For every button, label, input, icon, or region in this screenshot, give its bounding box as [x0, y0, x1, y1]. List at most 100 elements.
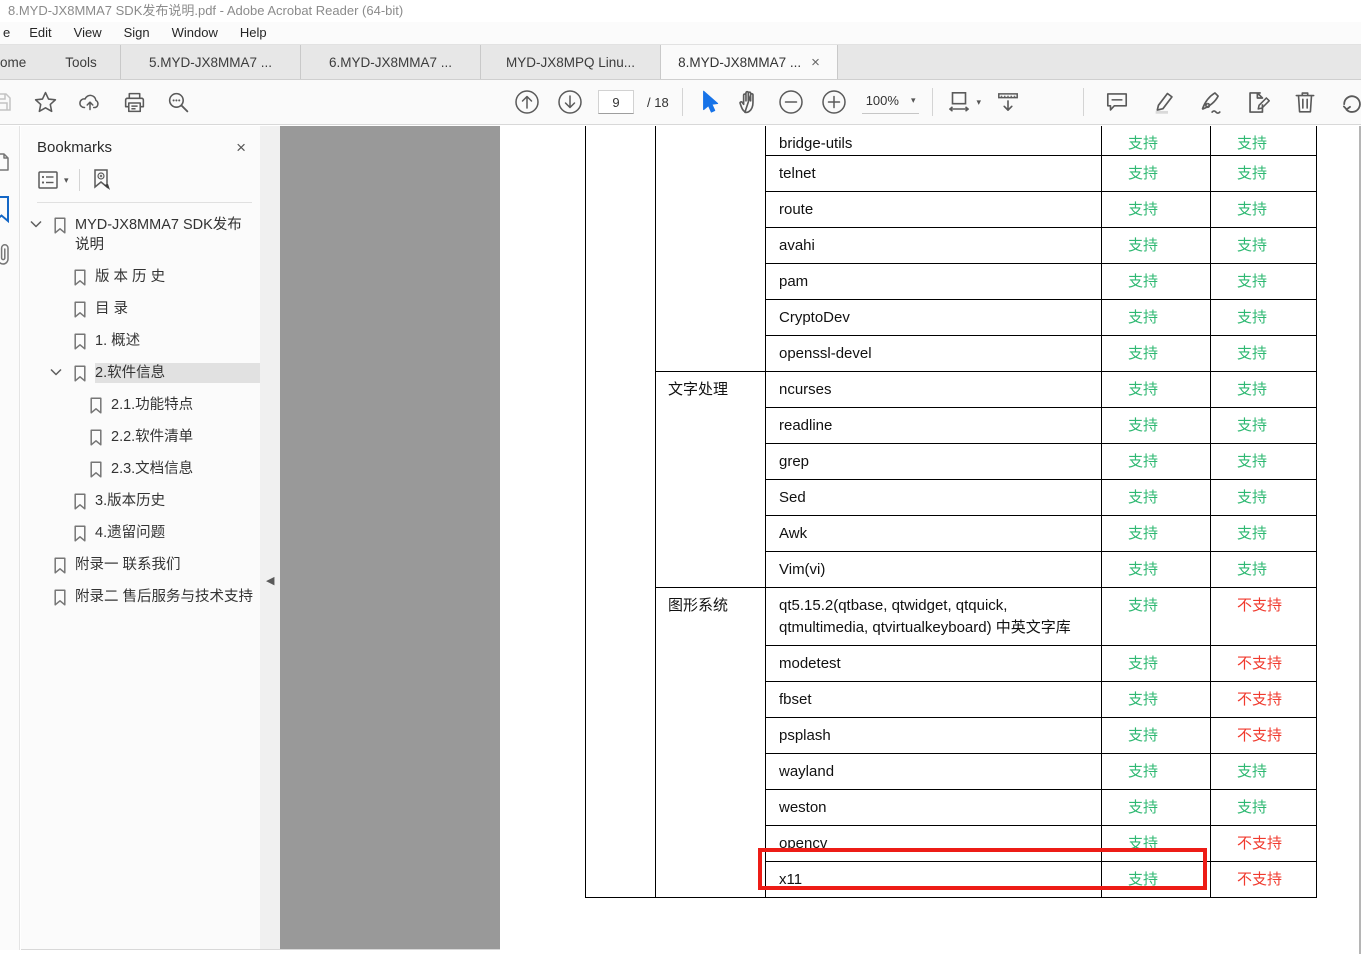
bookmarks-panel-icon[interactable]	[0, 195, 13, 223]
support-cell: 支持	[1101, 645, 1211, 682]
menu-view[interactable]: View	[63, 22, 113, 44]
bookmark-item[interactable]: 版 本 历 史	[21, 267, 260, 287]
package-cell: qt5.15.2(qtbase, qtwidget, qtquick, qtmu…	[765, 587, 1102, 646]
chevron-down-icon: ▾	[910, 95, 916, 105]
support-cell: 支持	[1101, 443, 1211, 480]
spanning-left-cell	[585, 126, 656, 898]
bookmark-label: 附录二 售后服务与技术支持	[75, 589, 254, 605]
support-cell: 不支持	[1210, 717, 1317, 754]
support-cell: 支持	[1101, 335, 1211, 372]
page-display-icon[interactable]: ▾	[946, 89, 981, 115]
package-cell: weston	[765, 789, 1102, 826]
bookmark-icon	[73, 493, 87, 510]
bookmark-item[interactable]: 1. 概述	[21, 331, 260, 351]
category-cell	[655, 126, 766, 372]
toolbar-left-group	[0, 80, 191, 124]
chevron-down-icon: ▾	[976, 96, 981, 107]
bookmark-icon	[89, 429, 103, 446]
support-cell: 支持	[1101, 479, 1211, 516]
bookmark-item[interactable]: 2.1.功能特点	[21, 395, 260, 415]
tab-document-5[interactable]: 5.MYD-JX8MMA7 ...	[120, 45, 300, 79]
bookmark-item[interactable]: 2.3.文档信息	[21, 459, 260, 479]
highlight-icon[interactable]	[1150, 89, 1177, 116]
support-cell: 支持	[1210, 515, 1317, 552]
package-cell: fbset	[765, 681, 1102, 718]
page-total-label: / 18	[647, 94, 669, 110]
package-cell: readline	[765, 407, 1102, 444]
tab-tools[interactable]: Tools	[42, 45, 120, 79]
bookmark-label: 附录一 联系我们	[75, 557, 181, 573]
print-icon[interactable]	[122, 90, 147, 115]
page-number-input[interactable]	[598, 90, 634, 114]
menu-file-clipped[interactable]: e	[0, 22, 18, 44]
bookmark-item[interactable]: 附录一 联系我们	[21, 555, 260, 575]
bookmark-options-icon[interactable]: ▾	[37, 170, 69, 190]
support-cell: 支持	[1101, 155, 1211, 192]
zoom-level-dropdown[interactable]: 100% ▾	[861, 90, 920, 114]
close-icon[interactable]: ×	[236, 139, 246, 156]
chevron-down-icon[interactable]	[49, 368, 65, 377]
bookmark-label: MYD-JX8MMA7 SDK发布说明	[75, 217, 242, 253]
support-cell: 不支持	[1210, 861, 1317, 898]
bookmark-item[interactable]: MYD-JX8MMA7 SDK发布说明	[21, 215, 260, 255]
document-background	[280, 126, 500, 950]
edit-pdf-icon[interactable]	[1245, 89, 1272, 116]
tab-document-6[interactable]: 6.MYD-JX8MMA7 ...	[300, 45, 480, 79]
menu-sign[interactable]: Sign	[113, 22, 161, 44]
menu-window[interactable]: Window	[161, 22, 229, 44]
bookmark-icon	[53, 589, 67, 606]
bookmark-icon	[89, 397, 103, 414]
comment-icon[interactable]	[1104, 89, 1130, 115]
select-tool-icon[interactable]	[696, 88, 722, 116]
save-icon[interactable]	[0, 90, 14, 114]
support-cell: 支持	[1101, 551, 1211, 588]
support-cell: 支持	[1210, 263, 1317, 300]
support-cell: 不支持	[1210, 587, 1317, 646]
menu-edit[interactable]: Edit	[18, 22, 62, 44]
chevron-down-icon[interactable]	[29, 220, 45, 229]
tab-document-8-active[interactable]: 8.MYD-JX8MMA7 ... ×	[660, 45, 838, 79]
zoom-out-icon[interactable]	[776, 87, 806, 117]
navigation-icon-strip	[0, 126, 20, 950]
bookmark-item[interactable]: 2.2.软件清单	[21, 427, 260, 447]
bookmark-icon	[73, 301, 87, 318]
toolbar-separator	[1083, 88, 1084, 116]
star-favorite-icon[interactable]	[33, 90, 58, 115]
bookmark-item[interactable]: 3.版本历史	[21, 491, 260, 511]
rotate-refresh-icon[interactable]	[1338, 89, 1361, 116]
bookmark-icon	[73, 525, 87, 542]
bookmark-icon	[53, 557, 67, 574]
next-page-icon[interactable]	[555, 87, 585, 117]
bookmark-item[interactable]: 附录二 售后服务与技术支持	[21, 587, 260, 607]
support-cell: 支持	[1210, 299, 1317, 336]
bookmarks-panel-title: Bookmarks	[37, 139, 113, 156]
bookmark-item[interactable]: 4.遗留问题	[21, 523, 260, 543]
attachments-icon[interactable]	[0, 242, 13, 268]
bookmark-label: 4.遗留问题	[95, 525, 166, 541]
fit-width-icon[interactable]	[994, 89, 1022, 115]
page-thumbnails-icon[interactable]	[0, 150, 13, 174]
fill-sign-icon[interactable]	[1197, 89, 1225, 116]
previous-page-icon[interactable]	[512, 87, 542, 117]
package-cell: grep	[765, 443, 1102, 480]
support-cell: 支持	[1210, 753, 1317, 790]
panel-collapse-icon[interactable]: ◀	[266, 574, 274, 587]
support-cell: 支持	[1101, 227, 1211, 264]
tab-document-mpq[interactable]: MYD-JX8MPQ Linu...	[480, 45, 660, 79]
menu-help[interactable]: Help	[229, 22, 278, 44]
zoom-in-icon[interactable]	[819, 87, 849, 117]
bookmark-icon	[73, 333, 87, 350]
bookmark-item[interactable]: 2.软件信息	[21, 363, 260, 383]
package-cell: Vim(vi)	[765, 551, 1102, 588]
tab-close-icon[interactable]: ×	[811, 55, 820, 70]
cloud-upload-icon[interactable]	[77, 90, 103, 114]
delete-pages-icon[interactable]	[1292, 89, 1318, 115]
bookmark-label: 2.软件信息	[95, 363, 260, 383]
tab-home[interactable]: ome	[0, 45, 42, 79]
add-bookmark-icon[interactable]	[90, 168, 114, 192]
zoom-level-value: 100%	[865, 93, 899, 108]
hand-tool-icon[interactable]	[735, 88, 763, 116]
bookmark-item[interactable]: 目 录	[21, 299, 260, 319]
support-cell: 支持	[1210, 551, 1317, 588]
search-icon[interactable]	[166, 90, 191, 115]
